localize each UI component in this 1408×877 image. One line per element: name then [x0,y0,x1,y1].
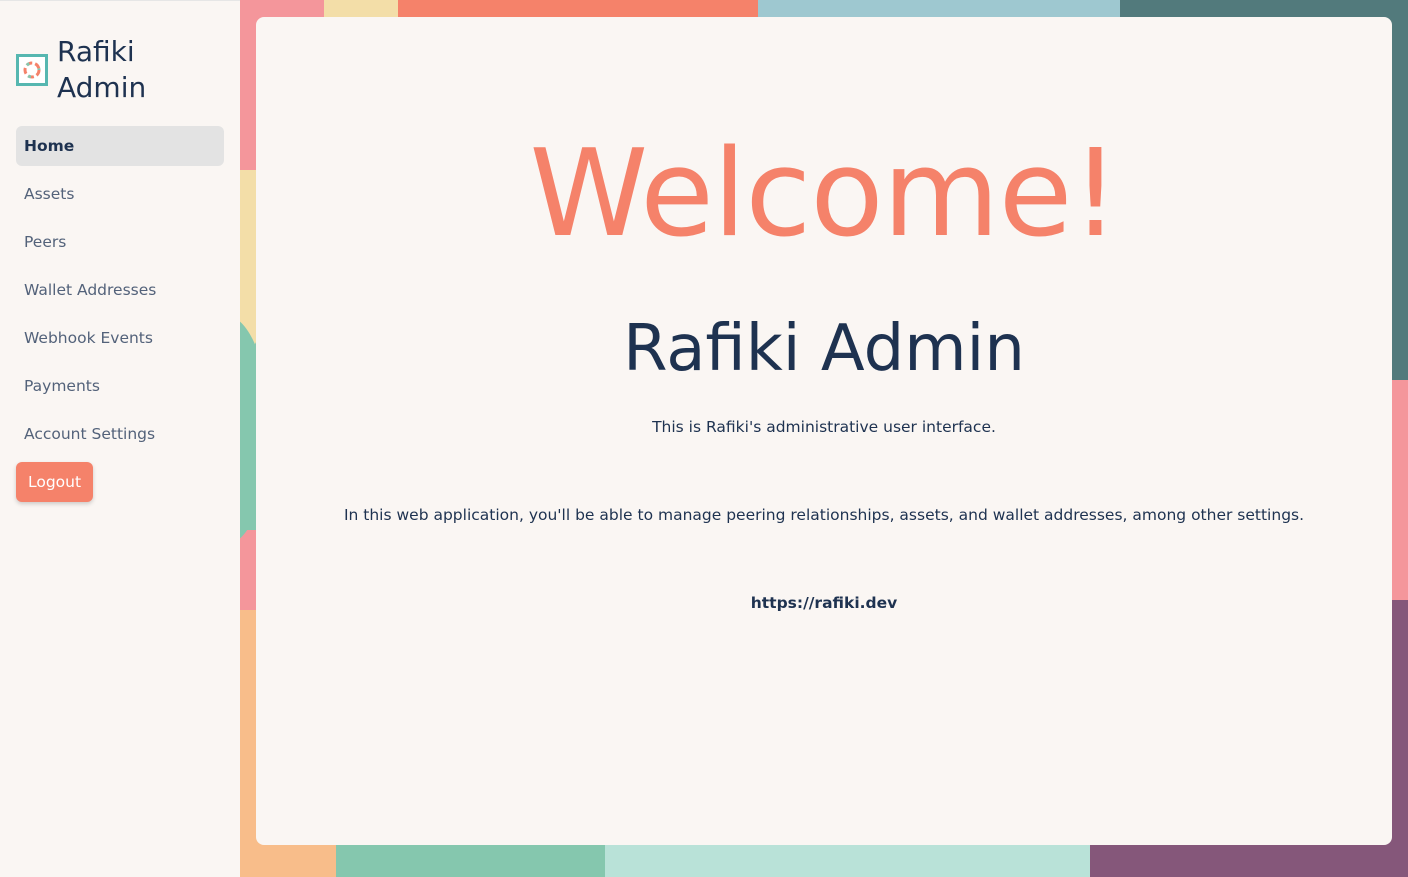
welcome-heading: Welcome! [529,125,1119,264]
page-title: Rafiki Admin [623,312,1025,386]
brand[interactable]: Rafiki Admin [16,34,146,106]
nav-item-wallet-addresses[interactable]: Wallet Addresses [16,270,224,310]
main-card: Welcome! Rafiki Admin This is Rafiki's a… [256,17,1392,845]
logout-button[interactable]: Logout [16,462,94,502]
description-text: In this web application, you'll be able … [343,506,1305,524]
nav-item-home[interactable]: Home [16,126,224,166]
sidebar: Rafiki Admin Home Assets Peers Wallet Ad… [0,0,240,877]
nav-item-account-settings[interactable]: Account Settings [16,414,224,454]
nav-item-peers[interactable]: Peers [16,222,224,262]
logo-ring-icon [23,61,41,79]
nav-item-assets[interactable]: Assets [16,174,224,214]
app-root: Rafiki Admin Home Assets Peers Wallet Ad… [0,0,1408,877]
rafiki-website-link[interactable]: https://rafiki.dev [256,594,1392,612]
intro-text: This is Rafiki's administrative user int… [652,418,996,436]
nav-item-webhook-events[interactable]: Webhook Events [16,318,224,358]
nav-item-payments[interactable]: Payments [16,366,224,406]
rafiki-logo-icon [16,54,48,86]
sidebar-nav: Home Assets Peers Wallet Addresses Webho… [16,126,224,502]
brand-title: Rafiki Admin [57,35,147,104]
